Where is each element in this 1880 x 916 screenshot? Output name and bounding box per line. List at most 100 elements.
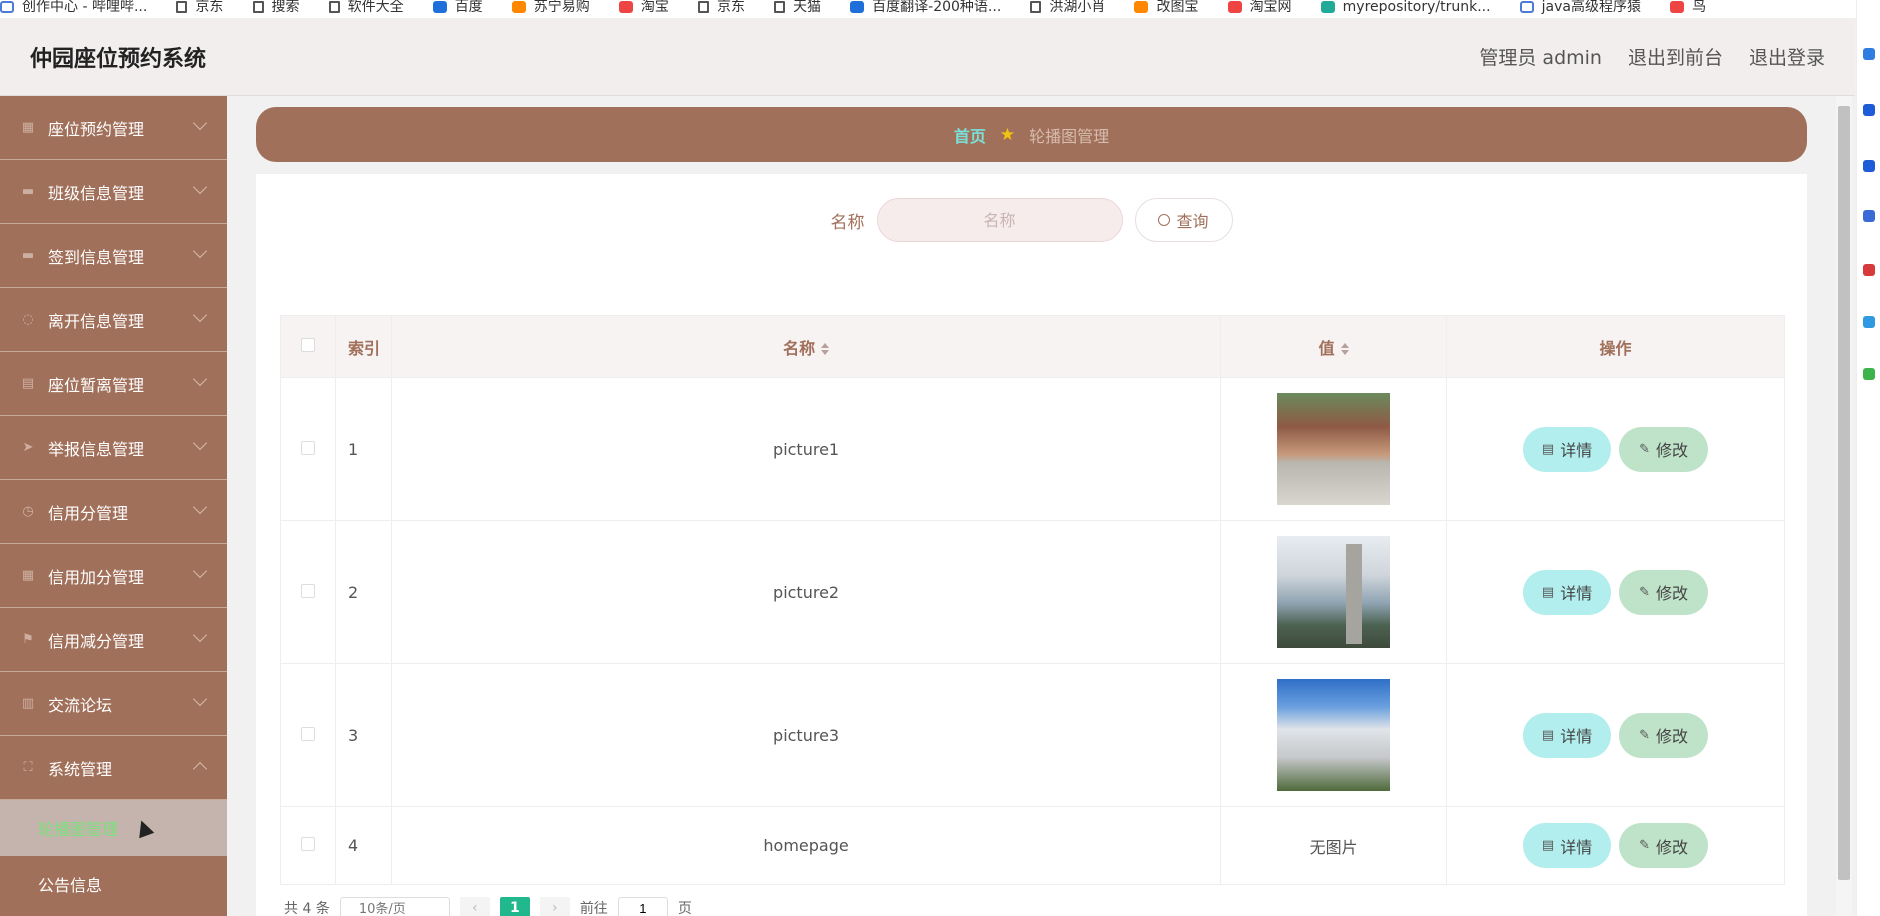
sidebar-item-credit[interactable]: ◷ 信用分管理 [0, 480, 227, 544]
chevron-down-icon [192, 563, 208, 579]
row-checkbox[interactable] [300, 583, 315, 598]
bookmark-item[interactable]: 百度 [432, 0, 483, 14]
header-select-all[interactable] [280, 315, 336, 378]
row-checkbox[interactable] [300, 440, 315, 455]
baidu-translate-icon [850, 1, 865, 13]
breadcrumb-home[interactable]: 首页 [954, 123, 986, 147]
app-title: 仲园座位预约系统 [30, 46, 207, 72]
row-index: 4 [335, 806, 392, 885]
grid-icon: ▦ [21, 120, 35, 135]
exit-to-front-link[interactable]: 退出到前台 [1628, 43, 1723, 70]
side-tool-icon[interactable] [1863, 48, 1875, 60]
detail-button[interactable]: ▤ 详情 [1523, 823, 1612, 868]
row-checkbox-cell [280, 806, 336, 885]
document-icon: ▤ [1541, 441, 1555, 457]
side-tool-icon[interactable] [1863, 210, 1875, 222]
sidebar-item-seat-booking[interactable]: ▦ 座位预约管理 [0, 96, 227, 160]
detail-button[interactable]: ▤ 详情 [1523, 569, 1612, 615]
bookmark-item[interactable]: 软件大全 [328, 0, 404, 14]
sidebar-item-leave-info[interactable]: ◌ 离开信息管理 [0, 288, 227, 352]
side-tool-icon[interactable] [1863, 368, 1875, 380]
header-name[interactable]: 名称 [391, 315, 1222, 378]
header-ops: 操作 [1446, 315, 1785, 378]
goto-label: 前往 [579, 901, 608, 916]
row-checkbox[interactable] [300, 726, 315, 741]
bookmark-item[interactable]: 京东 [697, 0, 745, 14]
next-page-button[interactable]: › [539, 897, 570, 916]
detail-button[interactable]: ▤ 详情 [1523, 712, 1612, 758]
bookmark-item[interactable]: 改图宝 [1134, 0, 1198, 14]
row-ops: ▤ 详情 ✎ 修改 [1446, 806, 1785, 885]
detail-button[interactable]: ▤ 详情 [1523, 426, 1612, 472]
bookmark-item[interactable]: java高级程序猿 [1519, 0, 1641, 14]
row-index: 1 [335, 377, 392, 521]
side-tool-icon[interactable] [1863, 316, 1875, 328]
bookmark-item[interactable]: 苏宁易购 [511, 0, 590, 14]
bird-icon [1030, 1, 1042, 13]
prev-page-button[interactable]: ‹ [459, 897, 490, 916]
search-input[interactable] [876, 198, 1123, 242]
edit-button[interactable]: ✎ 修改 [1619, 823, 1709, 868]
edit-button[interactable]: ✎ 修改 [1619, 569, 1709, 615]
search-label: 名称 [830, 212, 865, 233]
carousel-image [1277, 536, 1391, 648]
bookmark-item[interactable]: 创作中心 - 哔哩哔... [0, 0, 147, 14]
sidebar-item-class-info[interactable]: ▬ 班级信息管理 [0, 160, 227, 224]
chevron-down-icon [192, 115, 208, 131]
bookmark-item[interactable]: 淘宝 [618, 0, 669, 14]
header-value[interactable]: 值 [1220, 315, 1448, 378]
row-checkbox[interactable] [300, 837, 315, 851]
page-unit: 页 [677, 901, 692, 916]
gaitubao-icon [1134, 1, 1149, 13]
sidebar-item-credit-minus[interactable]: ⚑ 信用减分管理 [0, 608, 227, 672]
row-ops: ▤ 详情 ✎ 修改 [1446, 377, 1785, 521]
breadcrumb: 首页 ★ 轮播图管理 [256, 107, 1807, 162]
row-checkbox-cell [280, 663, 336, 807]
file-icon [176, 1, 188, 13]
star-icon: ★ [999, 124, 1016, 145]
bookmark-item[interactable]: 搜索 [252, 0, 300, 14]
sort-icon[interactable] [1340, 343, 1349, 355]
bookmark-item[interactable]: 百度翻译-200种语... [850, 0, 1001, 14]
page-button[interactable]: 1 [499, 897, 530, 916]
goto-page-input[interactable] [617, 897, 668, 916]
side-tool-icon[interactable] [1863, 264, 1875, 276]
sidebar-subitem-notice[interactable]: 公告信息 [0, 856, 227, 912]
logout-link[interactable]: 退出登录 [1749, 43, 1825, 70]
side-tool-icon[interactable] [1863, 160, 1875, 172]
sidebar-subitem-carousel[interactable]: 轮播图管理 [0, 800, 227, 856]
row-ops: ▤ 详情 ✎ 修改 [1446, 663, 1785, 807]
file-icon [697, 1, 709, 13]
header-index: 索引 [335, 315, 392, 378]
sidebar-item-credit-add[interactable]: ▦ 信用加分管理 [0, 544, 227, 608]
browser-side-panel [1856, 0, 1880, 916]
page-size-select[interactable]: 10条/页 [339, 897, 450, 916]
pagination-total: 共 4 条 [284, 901, 330, 916]
bookmark-item[interactable]: 天猫 [774, 0, 821, 14]
chevron-down-icon [192, 627, 208, 643]
sidebar-item-checkin-info[interactable]: ▬ 签到信息管理 [0, 224, 227, 288]
search-button[interactable]: 查询 [1134, 198, 1233, 242]
bookmark-item[interactable]: myrepository/trunk... [1320, 0, 1491, 14]
pagination: 共 4 条 10条/页 ‹ 1 › 前往 页 [256, 897, 1807, 916]
checkbox-icon[interactable] [300, 338, 315, 352]
sidebar-item-seat-away[interactable]: ▤ 座位暂离管理 [0, 352, 227, 416]
sidebar: ▦ 座位预约管理 ▬ 班级信息管理 ▬ 签到信息管理 ◌ 离开信息管理 ▤ 座位暂离管理 … [0, 96, 227, 916]
bookmark-item[interactable]: 淘宝网 [1227, 0, 1292, 14]
bookmark-item[interactable]: 洪湖小肖 [1030, 0, 1105, 14]
sidebar-item-report-info[interactable]: ➤ 举报信息管理 [0, 416, 227, 480]
scrollbar-thumb[interactable] [1838, 106, 1850, 880]
bookmark-item[interactable]: 京东 [176, 0, 223, 14]
sort-icon[interactable] [821, 343, 830, 355]
side-tool-icon[interactable] [1863, 104, 1875, 116]
admin-label[interactable]: 管理员 admin [1479, 43, 1602, 70]
bookmark-item[interactable]: 鸟 [1670, 0, 1706, 14]
chart-icon: ▥ [21, 696, 35, 711]
chevron-down-icon [192, 371, 208, 387]
edit-button[interactable]: ✎ 修改 [1619, 426, 1709, 472]
document-icon: ▤ [1541, 584, 1555, 600]
sidebar-item-system[interactable]: ⛶ 系统管理 [0, 736, 227, 800]
edit-button[interactable]: ✎ 修改 [1619, 712, 1709, 758]
sidebar-item-forum[interactable]: ▥ 交流论坛 [0, 672, 227, 736]
page-scrollbar[interactable] [1836, 96, 1852, 916]
